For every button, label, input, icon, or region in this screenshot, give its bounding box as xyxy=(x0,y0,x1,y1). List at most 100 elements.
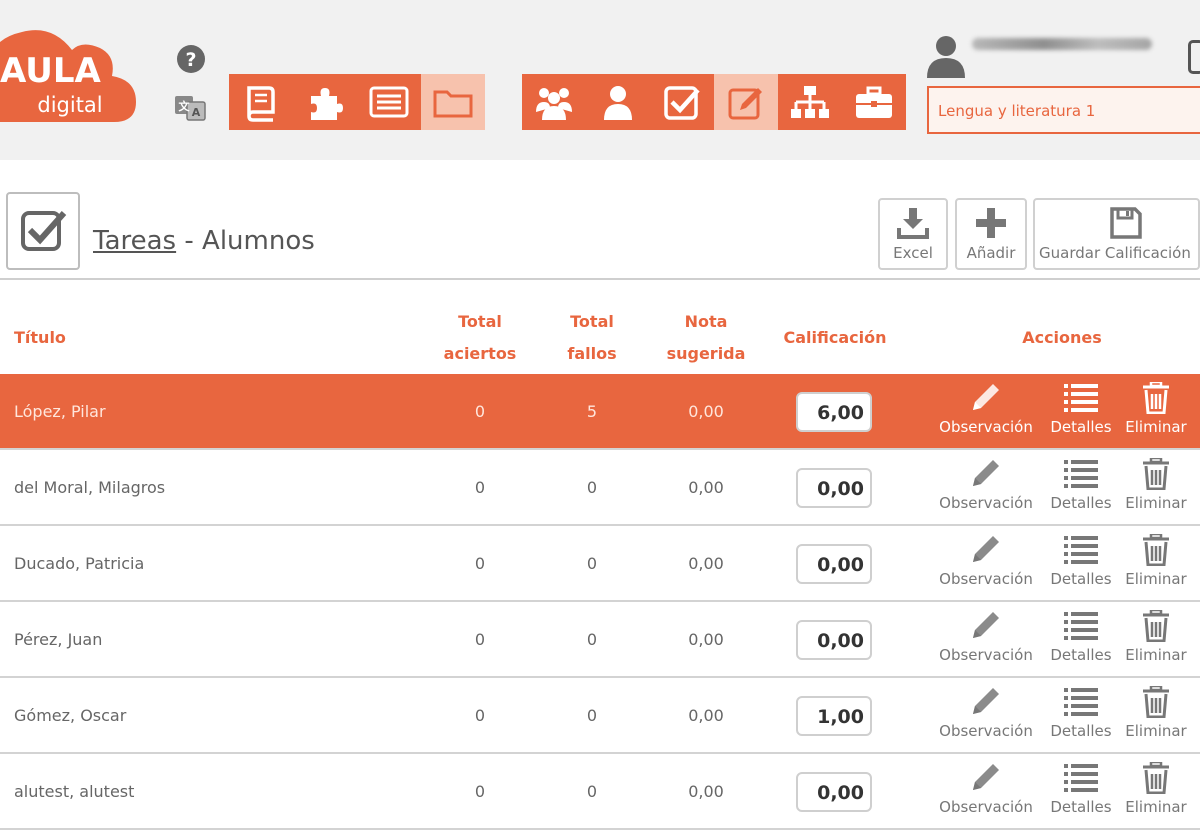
toolbar-edit-button[interactable] xyxy=(714,74,778,130)
table-row[interactable]: Pérez, Juan 0 0 0,00 0,00 Observación De… xyxy=(0,602,1200,678)
logout-icon[interactable] xyxy=(1188,40,1200,74)
observation-label: Observación xyxy=(939,494,1033,512)
user-avatar-icon[interactable] xyxy=(925,34,967,78)
delete-button[interactable]: Eliminar xyxy=(1118,610,1194,664)
column-header-nota-line1: Nota xyxy=(684,312,728,331)
toolbar-book-button[interactable] xyxy=(229,74,293,130)
logo-subtitle: digital xyxy=(37,93,102,117)
grade-input[interactable]: 0,00 xyxy=(796,772,872,812)
checkbox-icon xyxy=(664,86,700,120)
grade-input[interactable]: 0,00 xyxy=(796,468,872,508)
svg-text:?: ? xyxy=(185,49,196,71)
edit-icon xyxy=(728,88,762,120)
toolbar-tasks-button[interactable] xyxy=(650,74,714,130)
list-details-icon xyxy=(1064,612,1098,640)
breadcrumb-tareas-link[interactable]: Tareas xyxy=(93,226,176,256)
toolbar-list-button[interactable] xyxy=(357,74,421,130)
toolbar-user-button[interactable] xyxy=(586,74,650,130)
student-name: del Moral, Milagros xyxy=(14,478,166,497)
delete-button[interactable]: Eliminar xyxy=(1118,762,1194,816)
details-button[interactable]: Detalles xyxy=(1044,534,1118,588)
trash-icon xyxy=(1143,762,1169,794)
delete-button[interactable]: Eliminar xyxy=(1118,686,1194,740)
column-header-nota-line2: sugerida xyxy=(666,344,746,363)
column-header-total-aciertos[interactable]: Total aciertos xyxy=(430,306,530,370)
grade-input[interactable]: 0,00 xyxy=(796,620,872,660)
details-label: Detalles xyxy=(1050,646,1112,664)
details-label: Detalles xyxy=(1050,570,1112,588)
details-button[interactable]: Detalles xyxy=(1044,382,1118,436)
toolbar-folder-button[interactable] xyxy=(421,74,485,130)
total-fallos-value: 0 xyxy=(586,706,598,725)
svg-text:A: A xyxy=(192,106,201,119)
total-aciertos-value: 0 xyxy=(474,554,486,573)
checkbox-icon xyxy=(21,211,67,251)
aula-digital-logo[interactable]: AULA digital xyxy=(0,10,155,135)
translate-icon[interactable]: 文 A xyxy=(173,92,207,124)
details-label: Detalles xyxy=(1050,722,1112,740)
list-details-icon xyxy=(1064,764,1098,792)
user-icon xyxy=(604,86,632,120)
pencil-icon xyxy=(973,612,999,638)
pencil-icon xyxy=(973,764,999,790)
table-row[interactable]: Gómez, Oscar 0 0 0,00 1,00 Observación D… xyxy=(0,678,1200,754)
excel-label: Excel xyxy=(893,244,933,262)
total-aciertos-value: 0 xyxy=(474,782,486,801)
column-header-nota-sugerida[interactable]: Nota sugerida xyxy=(656,306,756,370)
save-grades-button[interactable]: Guardar Calificación xyxy=(1033,198,1200,270)
table-row[interactable]: del Moral, Milagros 0 0 0,00 0,00 Observ… xyxy=(0,450,1200,526)
column-header-calificacion[interactable]: Calificación xyxy=(770,322,900,354)
observation-button[interactable]: Observación xyxy=(930,458,1042,512)
hierarchy-icon xyxy=(791,86,829,118)
delete-button[interactable]: Eliminar xyxy=(1118,534,1194,588)
pencil-icon xyxy=(973,384,999,410)
floppy-disk-icon xyxy=(1110,207,1142,239)
grade-input[interactable]: 0,00 xyxy=(796,544,872,584)
column-header-total-aciertos-line2: aciertos xyxy=(443,344,517,363)
table-row[interactable]: López, Pilar 0 5 0,00 6,00 Observación D… xyxy=(0,374,1200,450)
details-button[interactable]: Detalles xyxy=(1044,610,1118,664)
details-label: Detalles xyxy=(1050,798,1112,816)
toolbar-hierarchy-button[interactable] xyxy=(778,74,842,130)
observation-button[interactable]: Observación xyxy=(930,686,1042,740)
logo-title: AULA xyxy=(0,51,102,91)
column-header-total-fallos[interactable]: Total fallos xyxy=(552,306,632,370)
toolbar-group-button[interactable] xyxy=(522,74,586,130)
excel-button[interactable]: Excel xyxy=(878,198,948,270)
book-icon xyxy=(247,86,275,122)
toolbar-briefcase-button[interactable] xyxy=(842,74,906,130)
details-button[interactable]: Detalles xyxy=(1044,458,1118,512)
observation-button[interactable]: Observación xyxy=(930,382,1042,436)
list-details-icon xyxy=(1064,688,1098,716)
download-icon xyxy=(897,208,929,239)
observation-button[interactable]: Observación xyxy=(930,534,1042,588)
nota-sugerida-value: 0,00 xyxy=(688,554,724,573)
column-header-titulo[interactable]: Título xyxy=(14,322,66,354)
details-button[interactable]: Detalles xyxy=(1044,762,1118,816)
pencil-icon xyxy=(973,688,999,714)
details-button[interactable]: Detalles xyxy=(1044,686,1118,740)
observation-label: Observación xyxy=(939,418,1033,436)
table-row[interactable]: alutest, alutest 0 0 0,00 0,00 Observaci… xyxy=(0,754,1200,830)
observation-button[interactable]: Observación xyxy=(930,610,1042,664)
observation-button[interactable]: Observación xyxy=(930,762,1042,816)
trash-icon xyxy=(1143,534,1169,566)
grade-input[interactable]: 6,00 xyxy=(796,392,872,432)
add-button[interactable]: Añadir xyxy=(955,198,1027,270)
user-name-redacted xyxy=(972,38,1152,50)
delete-label: Eliminar xyxy=(1125,418,1187,436)
table-row[interactable]: Ducado, Patricia 0 0 0,00 0,00 Observaci… xyxy=(0,526,1200,602)
grade-input[interactable]: 1,00 xyxy=(796,696,872,736)
top-bar: AULA digital ? 文 A Lengua y literatura 1 xyxy=(0,0,1200,160)
delete-label: Eliminar xyxy=(1125,722,1187,740)
trash-icon xyxy=(1143,382,1169,414)
toolbar-right xyxy=(522,74,906,130)
help-icon[interactable]: ? xyxy=(176,44,206,74)
toolbar-left xyxy=(229,74,485,130)
delete-button[interactable]: Eliminar xyxy=(1118,382,1194,436)
course-select[interactable]: Lengua y literatura 1 xyxy=(927,86,1200,134)
delete-button[interactable]: Eliminar xyxy=(1118,458,1194,512)
list-details-icon xyxy=(1064,460,1098,488)
svg-text:文: 文 xyxy=(179,99,191,113)
toolbar-puzzle-button[interactable] xyxy=(293,74,357,130)
